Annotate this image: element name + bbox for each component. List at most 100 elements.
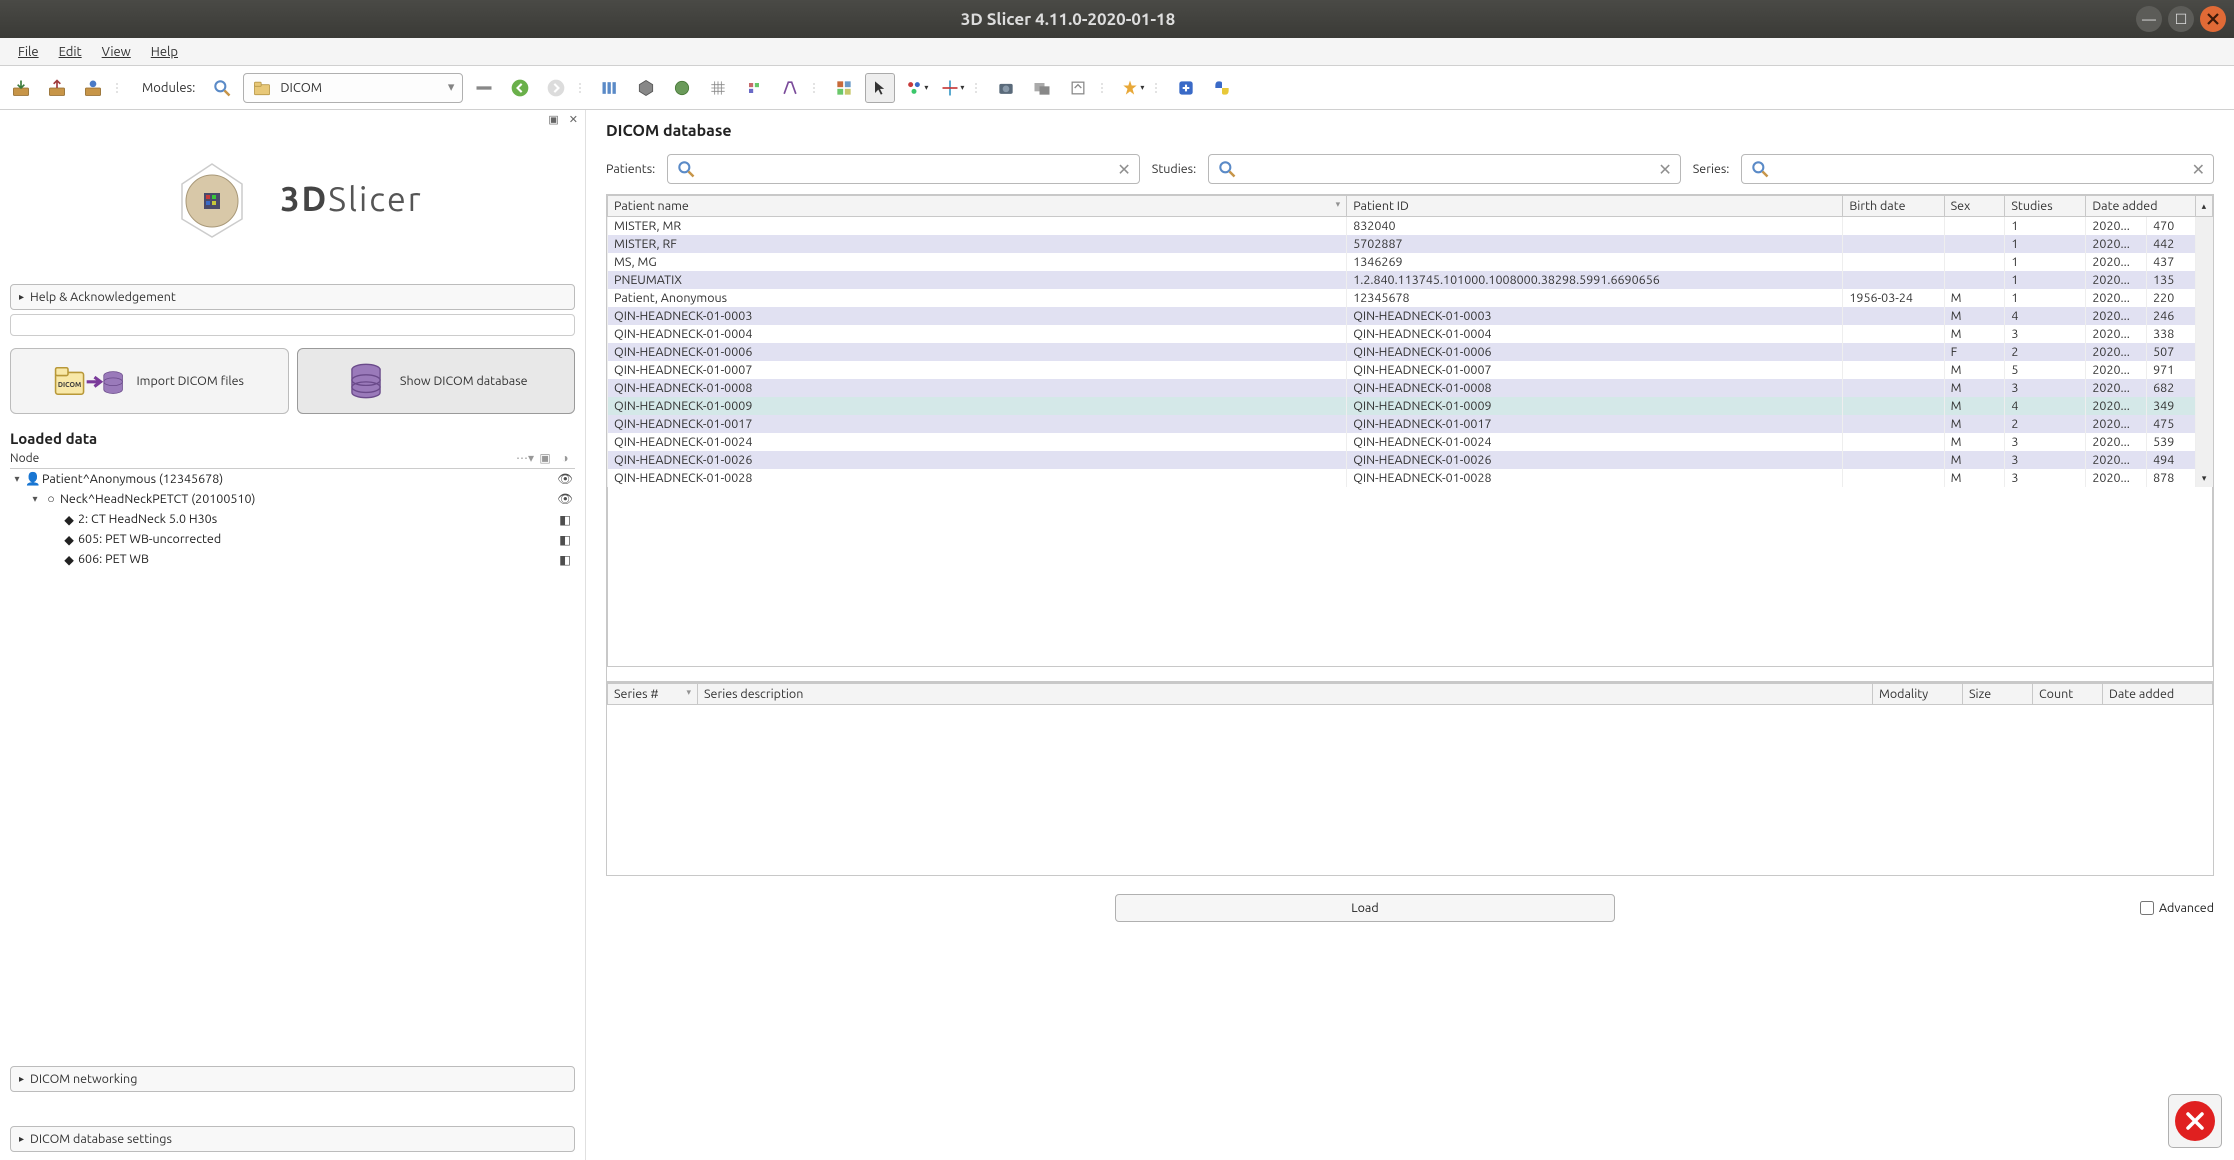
clear-icon[interactable]: ✕ — [2192, 160, 2205, 179]
visibility-icon[interactable]: 👁 — [555, 492, 575, 507]
modality-column[interactable]: Modality — [1873, 684, 1963, 705]
tree-node-column[interactable]: Node — [10, 452, 515, 465]
window-minimize-button[interactable]: — — [2136, 6, 2162, 32]
close-database-button[interactable] — [2168, 1094, 2222, 1148]
scrollbar-track[interactable] — [2195, 217, 2212, 236]
help-acknowledgement-section[interactable]: ▸ Help & Acknowledgement — [10, 284, 575, 310]
tree-collapse-icon[interactable]: ▾ — [10, 473, 24, 485]
python-console-icon[interactable] — [1207, 73, 1237, 103]
show-dicom-database-button[interactable]: Show DICOM database — [297, 348, 576, 414]
patient-row[interactable]: PNEUMATIX1.2.840.113745.101000.1008000.3… — [608, 271, 2213, 289]
sex-column[interactable]: Sex — [1944, 196, 2005, 217]
patient-row[interactable]: MISTER, RF570288712020...442 — [608, 235, 2213, 253]
tree-series-row[interactable]: ◆ 2: CT HeadNeck 5.0 H30s ◧ — [10, 509, 575, 529]
module-selector[interactable]: DICOM ▾ — [243, 73, 463, 103]
module-search-icon[interactable] — [207, 73, 237, 103]
patient-row[interactable]: QIN-HEADNECK-01-0028QIN-HEADNECK-01-0028… — [608, 469, 2213, 487]
patient-id-column[interactable]: Patient ID — [1347, 196, 1843, 217]
tree-vis-icon[interactable]: ▣ — [535, 451, 555, 465]
clear-icon[interactable]: ✕ — [1117, 160, 1130, 179]
scrollbar-track[interactable] — [2195, 253, 2212, 271]
studies-filter-input[interactable]: ✕ — [1208, 154, 1681, 184]
patient-row[interactable]: QIN-HEADNECK-01-0024QIN-HEADNECK-01-0024… — [608, 433, 2213, 451]
load-button[interactable]: Load — [1115, 894, 1615, 922]
studies-column[interactable]: Studies — [2005, 196, 2086, 217]
load-data-icon[interactable] — [6, 73, 36, 103]
markups-icon[interactable] — [775, 73, 805, 103]
visibility-icon[interactable]: ◧ — [555, 512, 575, 527]
visibility-icon[interactable]: ◧ — [555, 532, 575, 547]
scrollbar-track[interactable] — [2195, 415, 2212, 433]
scrollbar-track[interactable] — [2195, 307, 2212, 325]
patient-row[interactable]: QIN-HEADNECK-01-0003QIN-HEADNECK-01-0003… — [608, 307, 2213, 325]
sphere-icon[interactable] — [667, 73, 697, 103]
count-column[interactable]: Count — [2033, 684, 2103, 705]
crosshair-icon[interactable]: ▾ — [937, 73, 967, 103]
pointer-icon[interactable] — [865, 73, 895, 103]
patient-row[interactable]: Patient, Anonymous123456781956-03-24M120… — [608, 289, 2213, 307]
advanced-checkbox[interactable]: Advanced — [2140, 901, 2214, 915]
patients-filter-input[interactable]: ✕ — [667, 154, 1140, 184]
menu-file[interactable]: File — [8, 41, 49, 63]
clear-icon[interactable]: ✕ — [1658, 160, 1671, 179]
tree-color-icon[interactable]: ◑ — [555, 451, 575, 465]
star-icon[interactable]: ▾ — [1117, 73, 1147, 103]
tree-series-row[interactable]: ◆ 606: PET WB ◧ — [10, 549, 575, 569]
window-maximize-button[interactable]: ☐ — [2168, 6, 2194, 32]
scrollbar-track[interactable] — [2195, 325, 2212, 343]
window-close-button[interactable] — [2200, 6, 2226, 32]
patient-row[interactable]: MISTER, MR83204012020...470 — [608, 217, 2213, 236]
patient-row[interactable]: QIN-HEADNECK-01-0006QIN-HEADNECK-01-0006… — [608, 343, 2213, 361]
series-date-added-column[interactable]: Date added — [2103, 684, 2213, 705]
visibility-icon[interactable]: ◧ — [555, 552, 575, 567]
size-column[interactable]: Size — [1963, 684, 2033, 705]
menu-view[interactable]: View — [92, 41, 141, 63]
patient-row[interactable]: QIN-HEADNECK-01-0009QIN-HEADNECK-01-0009… — [608, 397, 2213, 415]
tree-series-row[interactable]: ◆ 605: PET WB-uncorrected ◧ — [10, 529, 575, 549]
advanced-checkbox-input[interactable] — [2140, 901, 2154, 915]
models-icon[interactable] — [739, 73, 769, 103]
patient-name-column[interactable]: Patient name▾ — [608, 196, 1347, 217]
tree-collapse-icon[interactable]: ▾ — [28, 493, 42, 505]
menu-edit[interactable]: Edit — [49, 41, 92, 63]
scrollbar-track[interactable] — [2195, 379, 2212, 397]
grid-icon[interactable] — [703, 73, 733, 103]
scrollbar-track[interactable] — [2195, 451, 2212, 469]
dicom-networking-section[interactable]: ▸ DICOM networking — [10, 1066, 575, 1092]
screenshot-icon[interactable] — [991, 73, 1021, 103]
birth-date-column[interactable]: Birth date — [1843, 196, 1944, 217]
save-data-icon[interactable] — [42, 73, 72, 103]
dicom-data-icon[interactable] — [78, 73, 108, 103]
module-home-icon[interactable] — [469, 73, 499, 103]
patient-row[interactable]: QIN-HEADNECK-01-0004QIN-HEADNECK-01-0004… — [608, 325, 2213, 343]
cube-icon[interactable] — [631, 73, 661, 103]
series-filter-input[interactable]: ✕ — [1741, 154, 2214, 184]
nav-forward-icon[interactable] — [541, 73, 571, 103]
visibility-icon[interactable]: 👁 — [555, 472, 575, 487]
date-added-column[interactable]: Date added — [2086, 196, 2195, 217]
patient-row[interactable]: QIN-HEADNECK-01-0008QIN-HEADNECK-01-0008… — [608, 379, 2213, 397]
view-grid-icon[interactable] — [829, 73, 859, 103]
scene-views-icon[interactable] — [1027, 73, 1057, 103]
patient-row[interactable]: QIN-HEADNECK-01-0026QIN-HEADNECK-01-0026… — [608, 451, 2213, 469]
patient-row[interactable]: QIN-HEADNECK-01-0007QIN-HEADNECK-01-0007… — [608, 361, 2213, 379]
import-dicom-button[interactable]: DICOM Import DICOM files — [10, 348, 289, 414]
scrollbar-track[interactable] — [2195, 289, 2212, 307]
tree-study-row[interactable]: ▾ ○ Neck^HeadNeckPETCT (20100510) 👁 — [10, 489, 575, 509]
patient-row[interactable]: MS, MG134626912020...437 — [608, 253, 2213, 271]
restore-icon[interactable] — [1063, 73, 1093, 103]
scrollbar-track[interactable]: ▾ — [2195, 469, 2212, 487]
scrollbar-track[interactable] — [2195, 271, 2212, 289]
scroll-up-icon[interactable]: ▴ — [2195, 196, 2212, 217]
scrollbar-track[interactable] — [2195, 235, 2212, 253]
scrollbar-track[interactable] — [2195, 343, 2212, 361]
layout-icon[interactable] — [595, 73, 625, 103]
dicom-database-settings-section[interactable]: ▸ DICOM database settings — [10, 1126, 575, 1152]
nav-back-icon[interactable] — [505, 73, 535, 103]
series-description-column[interactable]: Series description — [698, 684, 1873, 705]
series-number-column[interactable]: Series #▾ — [608, 684, 698, 705]
scrollbar-track[interactable] — [2195, 433, 2212, 451]
tree-opts-icon[interactable]: ⋯▾ — [515, 451, 535, 465]
fiducial-icon[interactable]: ▾ — [901, 73, 931, 103]
tree-patient-row[interactable]: ▾ 👤 Patient^Anonymous (12345678) 👁 — [10, 469, 575, 489]
